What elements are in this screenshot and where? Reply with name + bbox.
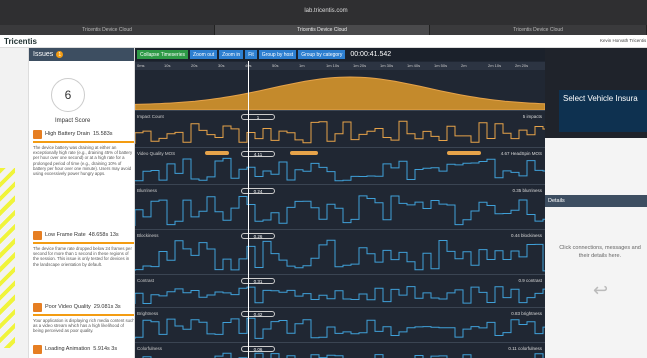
zoom-out-button[interactable]: Zoom out (190, 50, 218, 59)
playhead[interactable] (248, 61, 249, 358)
timeseries-lane[interactable]: Video Quality MOS 4.11 4.67 HeadSpin MOS (135, 147, 545, 184)
timeseries-lane[interactable]: Colorfulness 0.06 0.11 colorfulness (135, 342, 545, 358)
time-tick: 1m 30s (380, 63, 394, 68)
issue-text: The device frame rate dropped below 24 f… (33, 246, 132, 267)
user-name[interactable]: Kevin Horvath Tricentis (600, 38, 646, 43)
time-ruler: 0ms10s20s30s40s50s1m1m 10s1m 20s1m 30s1m… (135, 62, 545, 70)
issue-time: 5.914s 3s (93, 345, 118, 352)
time-tick: 30s (218, 63, 225, 68)
issues-panel: Issues 1 6 Impact Score High Battery Drai… (29, 48, 135, 358)
issues-title: Issues (33, 51, 54, 58)
time-tick: 2m 10s (488, 63, 502, 68)
browser-tab[interactable]: Tricentis Device Cloud (0, 25, 215, 35)
issue-title: Poor Video Quality (45, 303, 91, 310)
battery-area-graph (135, 76, 545, 110)
lane-plot (135, 317, 545, 339)
issue-card[interactable]: Poor Video Quality 29.081s 3s Your applica… (33, 303, 135, 334)
browser-tabbar: Tricentis Device Cloud Tricentis Device … (0, 25, 647, 35)
browser-tab-active[interactable]: Tricentis Device Cloud (215, 25, 430, 35)
timer-readout: 00:00:41.542 (350, 51, 392, 58)
impact-score: 6 (51, 78, 85, 112)
issue-time: 29.081s 3s (93, 303, 121, 310)
issue-time: 48.658s 13s (88, 231, 119, 238)
issues-header: Issues 1 (29, 48, 134, 61)
lane-plot (135, 195, 545, 226)
lane-plot (142, 352, 544, 358)
fit-button[interactable]: Fit (245, 50, 257, 59)
time-tick: 2m (461, 63, 467, 68)
issue-card[interactable]: High Battery Drain 15.583s The device batt… (33, 130, 134, 177)
preview-title: Select Vehicle Insura (563, 94, 638, 103)
issue-card[interactable]: Low Frame Rate 48.658s 13s The device fram… (33, 231, 134, 267)
issue-text: Your application is displaying rich medi… (33, 318, 135, 334)
frame-rate-icon (33, 231, 42, 240)
url-text: lab.tricentis.com (304, 8, 348, 14)
video-icon (33, 303, 42, 312)
timeline-panel: Collapse Timeseries Zoom out Zoom in Fit… (135, 48, 545, 358)
timeseries-lane[interactable]: Brightness 0.42 0.83 brightness (135, 307, 545, 342)
address-bar[interactable]: lab.tricentis.com (238, 5, 414, 17)
app-preview-frame: Select Vehicle Insura (559, 90, 647, 132)
issue-time: 15.583s (92, 130, 113, 137)
return-arrow-icon: ↩ (593, 280, 609, 300)
impact-score-label: Impact Score (55, 118, 91, 124)
group-by-category-button[interactable]: Group by category (298, 50, 346, 59)
issues-count-badge: 1 (56, 51, 64, 58)
issue-title: High Battery Drain (45, 130, 90, 137)
time-tick: 1m 20s (353, 63, 367, 68)
video-preview[interactable]: Select Vehicle Insura (545, 48, 647, 138)
timeseries-lane[interactable]: Contrast 0.31 0.9 contrast (135, 274, 545, 307)
time-tick: 1m 50s (434, 63, 448, 68)
timeseries-lane[interactable]: Impact Count 1 5 impacts (135, 110, 545, 147)
time-tick: 50s (272, 63, 279, 68)
lane-plot (135, 286, 545, 304)
details-title: Details (545, 195, 647, 207)
collapse-timeseries-button[interactable]: Collapse Timeseries (137, 50, 189, 59)
time-tick: 10s (164, 63, 171, 68)
issue-text: The device battery was draining at eithe… (33, 145, 133, 177)
timeline-toolbar: Collapse Timeseries Zoom out Zoom in Fit… (135, 48, 545, 61)
time-tick: 0ms (137, 63, 145, 68)
timeseries-lane[interactable]: Blurriness 0.24 0.35 blurriness (135, 184, 545, 229)
time-tick: 20s (191, 63, 198, 68)
issue-title: Low Frame Rate (45, 231, 86, 238)
group-by-host-button[interactable]: Group by host (258, 50, 297, 59)
app-header: Tricentis Kevin Horvath Tricentis (0, 35, 647, 48)
decorative-stripes (0, 168, 15, 348)
timeseries-lane[interactable]: Blockiness 0.26 0.44 blockiness (135, 229, 545, 274)
time-tick: 1m 10s (326, 63, 340, 68)
loading-icon (33, 345, 42, 354)
battery-icon (33, 130, 42, 139)
time-tick: 1m 40s (407, 63, 421, 68)
details-hint: Click connections, messages and their de… (559, 245, 641, 259)
browser-tab[interactable]: Tricentis Device Cloud (430, 25, 647, 35)
lane-plot (135, 239, 545, 272)
issue-title: Loading Animation (45, 345, 91, 352)
details-panel: Select Vehicle Insura Details Click conn… (545, 48, 647, 358)
zoom-in-button[interactable]: Zoom in (219, 50, 244, 59)
issue-card[interactable]: Loading Animation 5.914s 3s (33, 345, 134, 354)
time-tick: 2m 20s (515, 63, 529, 68)
lane-plot (135, 120, 545, 144)
lane-plot (135, 151, 545, 182)
brand-logo: Tricentis (4, 37, 37, 46)
time-tick: 1m (299, 63, 305, 68)
